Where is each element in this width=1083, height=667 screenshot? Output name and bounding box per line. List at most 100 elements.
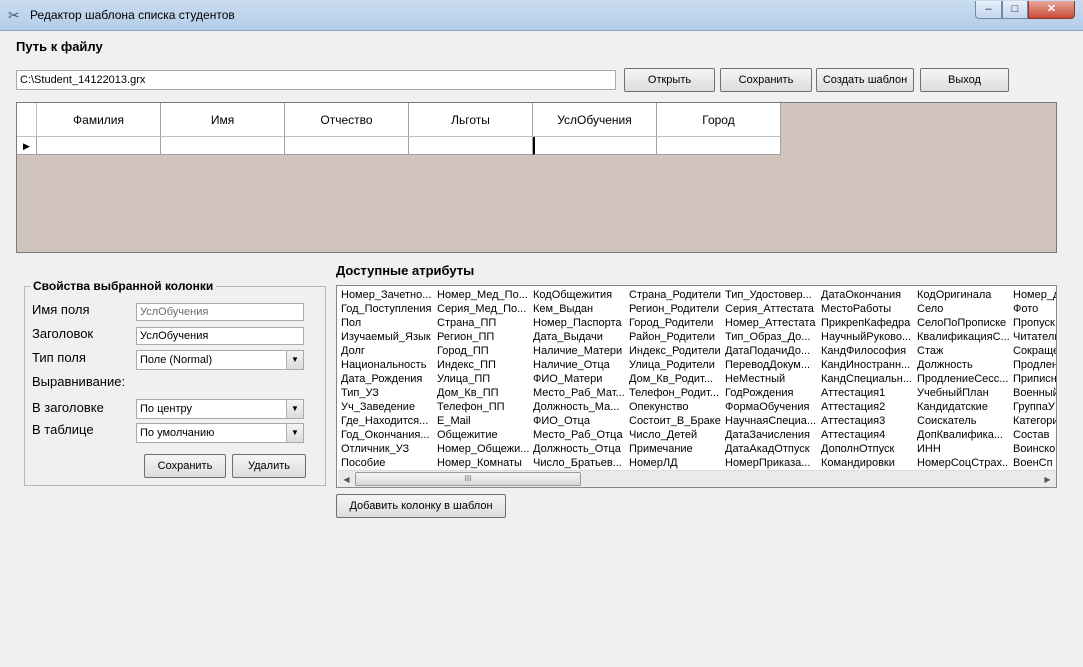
attribute-item[interactable]: Город_Родители — [627, 316, 721, 330]
column-header[interactable]: Имя — [161, 103, 285, 137]
attribute-item[interactable]: Соискатель — [915, 414, 1009, 428]
attribute-item[interactable]: Должность — [915, 358, 1009, 372]
attribute-item[interactable]: ДополнОтпуск — [819, 442, 913, 456]
attribute-item[interactable]: УчебныйПлан — [915, 386, 1009, 400]
attribute-item[interactable]: Номер_Общежи... — [435, 442, 529, 456]
attribute-item[interactable]: Район_Родители — [627, 330, 721, 344]
attribute-item[interactable]: Национальность — [339, 358, 433, 372]
attribute-item[interactable]: Командировки — [819, 456, 913, 470]
grid-cell[interactable] — [657, 137, 781, 155]
attribute-item[interactable]: Состоит_В_Браке — [627, 414, 721, 428]
attribute-item[interactable]: Пособие — [339, 456, 433, 470]
attribute-item[interactable]: Год_Окончания... — [339, 428, 433, 442]
header-input[interactable]: УслОбучения — [136, 327, 304, 345]
template-grid[interactable]: Фамилия Имя Отчество Льготы УслОбучения … — [16, 102, 1057, 253]
attribute-item[interactable]: КандИностранн... — [819, 358, 913, 372]
attribute-item[interactable]: Долг — [339, 344, 433, 358]
attribute-item[interactable]: ДопКвалифика... — [915, 428, 1009, 442]
attribute-item[interactable]: Наличие_Матери — [531, 344, 625, 358]
attribute-item[interactable]: Телефон_Родит... — [627, 386, 721, 400]
row-selector[interactable]: ▶ — [17, 137, 37, 155]
column-header[interactable]: Отчество — [285, 103, 409, 137]
chevron-down-icon[interactable]: ▼ — [286, 424, 303, 442]
grid-cell[interactable] — [409, 137, 533, 155]
attribute-item[interactable]: ФИО_Матери — [531, 372, 625, 386]
attribute-item[interactable]: Аттестация1 — [819, 386, 913, 400]
attribute-item[interactable]: E_Mail — [435, 414, 529, 428]
attribute-item[interactable]: Год_Поступления — [339, 302, 433, 316]
attribute-item[interactable]: Регион_Родители — [627, 302, 721, 316]
attribute-item[interactable]: Номер_Комнаты — [435, 456, 529, 470]
close-button[interactable]: ✕ — [1028, 1, 1075, 19]
attribute-item[interactable]: МестоРаботы — [819, 302, 913, 316]
scroll-right-icon[interactable]: ▶ — [1039, 471, 1056, 487]
attribute-item[interactable]: НомерЛД — [627, 456, 721, 470]
field-type-select[interactable]: Поле (Normal) ▼ — [136, 350, 304, 370]
exit-button[interactable]: Выход — [920, 68, 1009, 92]
attribute-item[interactable]: Читатель — [1011, 330, 1056, 344]
column-header[interactable]: УслОбучения — [533, 103, 657, 137]
attribute-item[interactable]: Номер_Зачетно... — [339, 288, 433, 302]
attribute-item[interactable]: Аттестация2 — [819, 400, 913, 414]
attribute-item[interactable]: Улица_ПП — [435, 372, 529, 386]
attribute-item[interactable]: КодОригинала — [915, 288, 1009, 302]
attribute-item[interactable]: Категори — [1011, 414, 1056, 428]
attribute-item[interactable]: Кем_Выдан — [531, 302, 625, 316]
attribute-item[interactable]: ПрикрепКафедра — [819, 316, 913, 330]
attribute-item[interactable]: Тип_Образ_До... — [723, 330, 817, 344]
attribute-item[interactable]: Страна_Родители — [627, 288, 721, 302]
attribute-item[interactable]: ДатаАкадОтпуск — [723, 442, 817, 456]
attribute-item[interactable]: Аттестация4 — [819, 428, 913, 442]
attribute-item[interactable]: ФИО_Отца — [531, 414, 625, 428]
attribute-item[interactable]: Военный — [1011, 386, 1056, 400]
attribute-item[interactable]: Дом_Кв_ПП — [435, 386, 529, 400]
attribute-item[interactable]: КвалификацияС... — [915, 330, 1009, 344]
attribute-item[interactable]: ФормаОбучения — [723, 400, 817, 414]
attribute-item[interactable]: Страна_ПП — [435, 316, 529, 330]
attribute-item[interactable]: НомерСоцСтрах... — [915, 456, 1009, 470]
delete-column-button[interactable]: Удалить — [232, 454, 306, 478]
column-header[interactable]: Фамилия — [37, 103, 161, 137]
align-header-select[interactable]: По центру ▼ — [136, 399, 304, 419]
attribute-item[interactable]: Пол — [339, 316, 433, 330]
attribute-item[interactable]: Серия_Аттестата — [723, 302, 817, 316]
attribute-item[interactable]: Стаж — [915, 344, 1009, 358]
attribute-item[interactable]: ДатаПодачиДо... — [723, 344, 817, 358]
attribute-item[interactable]: Фото — [1011, 302, 1056, 316]
attribute-item[interactable]: ГруппаУ — [1011, 400, 1056, 414]
attribute-item[interactable]: КандСпециальн... — [819, 372, 913, 386]
attribute-item[interactable]: Аттестация3 — [819, 414, 913, 428]
attribute-item[interactable]: ГодРождения — [723, 386, 817, 400]
attribute-item[interactable]: Примечание — [627, 442, 721, 456]
chevron-down-icon[interactable]: ▼ — [286, 351, 303, 369]
attribute-item[interactable]: Город_ПП — [435, 344, 529, 358]
attribute-item[interactable]: ИНН — [915, 442, 1009, 456]
attribute-item[interactable]: Должность_Отца — [531, 442, 625, 456]
attribute-item[interactable]: СелоПоПрописке — [915, 316, 1009, 330]
attribute-item[interactable]: Серия_Мед_По... — [435, 302, 529, 316]
align-table-select[interactable]: По умолчанию ▼ — [136, 423, 304, 443]
attribute-item[interactable]: Опекунство — [627, 400, 721, 414]
attribute-item[interactable]: Место_Раб_Отца — [531, 428, 625, 442]
attribute-item[interactable]: Пропуск — [1011, 316, 1056, 330]
grid-cell[interactable] — [161, 137, 285, 155]
attribute-item[interactable]: Где_Находится... — [339, 414, 433, 428]
attribute-item[interactable]: Дом_Кв_Родит... — [627, 372, 721, 386]
attribute-item[interactable]: Должность_Ма... — [531, 400, 625, 414]
attribute-item[interactable]: Сокраще — [1011, 344, 1056, 358]
attribute-item[interactable]: НомерПриказа... — [723, 456, 817, 470]
attribute-item[interactable]: Улица_Родители — [627, 358, 721, 372]
attribute-item[interactable]: ДатаЗачисления — [723, 428, 817, 442]
column-header[interactable]: Льготы — [409, 103, 533, 137]
attribute-item[interactable]: Место_Раб_Мат... — [531, 386, 625, 400]
scroll-thumb[interactable]: III — [355, 472, 581, 486]
attribute-item[interactable]: Индекс_Родители — [627, 344, 721, 358]
attribute-item[interactable]: НеМестный — [723, 372, 817, 386]
attribute-item[interactable]: ДатаОкончания — [819, 288, 913, 302]
attribute-item[interactable]: Отличник_УЗ — [339, 442, 433, 456]
attribute-item[interactable]: Изучаемый_Язык — [339, 330, 433, 344]
attribute-item[interactable]: Уч_Заведение — [339, 400, 433, 414]
chevron-down-icon[interactable]: ▼ — [286, 400, 303, 418]
attribute-item[interactable]: ВоенСп — [1011, 456, 1056, 470]
attribute-item[interactable]: НаучныйРуково... — [819, 330, 913, 344]
